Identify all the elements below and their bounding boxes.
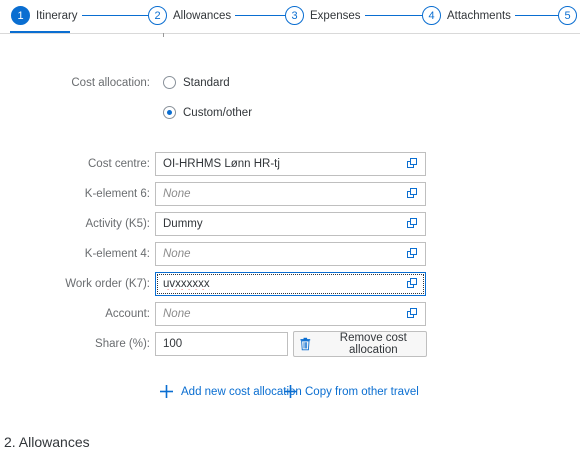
account-input[interactable] [163, 307, 398, 321]
work-order-label: Work order (K7): [65, 278, 150, 290]
cost-allocation-label: Cost allocation: [71, 77, 150, 89]
step-number: 2 [148, 6, 167, 25]
value-help-icon[interactable] [407, 248, 418, 259]
activity-label: Activity (K5): [85, 218, 150, 230]
k-element-6-field [155, 182, 426, 206]
radio-standard-label[interactable]: Standard [183, 77, 230, 89]
share-input[interactable] [163, 337, 278, 351]
k-element-6-label: K-element 6: [84, 188, 150, 200]
radio-standard[interactable] [163, 76, 176, 89]
value-help-icon[interactable] [407, 188, 418, 199]
step-label: Attachments [447, 9, 515, 22]
section-heading-allowances: 2. Allowances [4, 434, 90, 450]
step-label: Itinerary [36, 9, 82, 22]
copy-from-other-travel-button[interactable]: Copy from other travel [284, 385, 419, 398]
step-number: 1 [11, 6, 30, 25]
account-label: Account: [105, 308, 150, 320]
value-help-icon[interactable] [407, 278, 418, 289]
trash-icon [300, 337, 311, 351]
share-field [155, 332, 288, 356]
k-element-6-input[interactable] [163, 187, 398, 201]
cost-centre-label: Cost centre: [88, 158, 150, 170]
activity-field [155, 212, 426, 236]
radio-custom-other[interactable] [163, 106, 176, 119]
step-number: 4 [422, 6, 441, 25]
plus-icon [160, 385, 173, 398]
add-new-cost-allocation-button[interactable]: Add new cost allocation [160, 385, 302, 398]
k-element-4-field [155, 242, 426, 266]
step-label: Allowances [173, 9, 236, 22]
step-number: 5 [558, 6, 577, 25]
radio-custom-other-label[interactable]: Custom/other [183, 107, 252, 119]
wizard-step-5[interactable]: 5 [558, 5, 577, 26]
wizard-step-attachments[interactable]: 4 Attachments [422, 5, 515, 26]
value-help-icon[interactable] [407, 308, 418, 319]
value-help-icon[interactable] [407, 158, 418, 169]
wizard-connector [70, 15, 148, 16]
remove-cost-allocation-label: Remove cost allocation [339, 332, 407, 356]
work-order-input[interactable] [163, 277, 398, 291]
plus-icon [284, 385, 297, 398]
wizard-step-itinerary[interactable]: 1 Itinerary [11, 5, 82, 26]
copy-from-other-travel-label: Copy from other travel [305, 385, 419, 398]
work-order-field [155, 272, 426, 296]
header-divider [0, 33, 580, 34]
k-element-4-label: K-element 4: [84, 248, 150, 260]
step-number: 3 [285, 6, 304, 25]
share-label: Share (%): [95, 338, 150, 350]
activity-input[interactable] [163, 217, 398, 231]
step-label: Expenses [310, 9, 365, 22]
remove-cost-allocation-button[interactable]: Remove cost allocation [293, 331, 427, 357]
cost-centre-input[interactable] [163, 157, 398, 171]
value-help-icon[interactable] [407, 218, 418, 229]
wizard-progress: 1 Itinerary 2 Allowances 3 Expenses 4 At… [0, 0, 580, 34]
account-field [155, 302, 426, 326]
scroll-artifact [163, 33, 164, 37]
wizard-step-expenses[interactable]: 3 Expenses [285, 5, 365, 26]
k-element-4-input[interactable] [163, 247, 398, 261]
wizard-step-allowances[interactable]: 2 Allowances [148, 5, 236, 26]
cost-centre-field [155, 152, 426, 176]
